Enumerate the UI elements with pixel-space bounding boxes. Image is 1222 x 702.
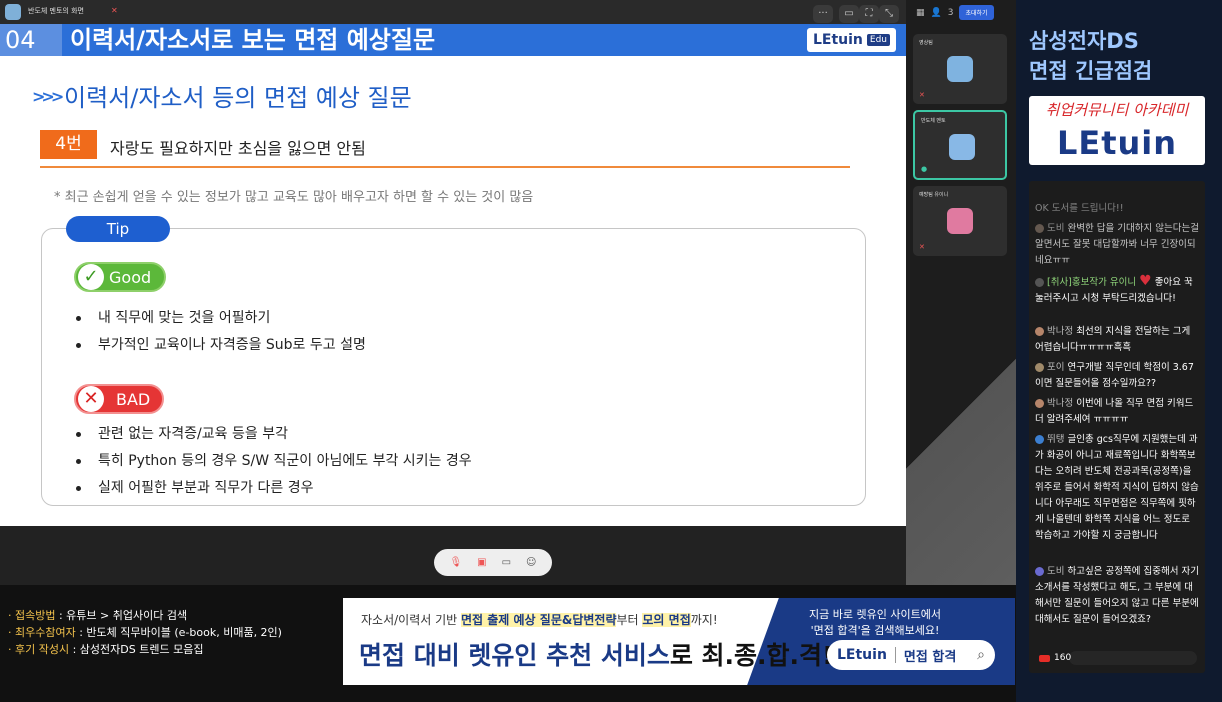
screen: 반도체 멘토의 화면 ✕ ··· ▭ ⛶ ⤡ 04 이력서/자소서로 보는 면접… — [0, 0, 1222, 702]
invite-button[interactable]: 초대하기 — [959, 5, 994, 20]
divider — [40, 166, 850, 168]
participant-name: 영상팀 — [919, 40, 933, 46]
slide-header: 04 이력서/자소서로 보는 면접 예상질문 LEtuin Edu — [0, 24, 906, 56]
banner-search-box[interactable]: LEtuin 면접 합격 ⌕ — [827, 640, 995, 670]
slide-header-title: 이력서/자소서로 보는 면접 예상질문 — [70, 26, 436, 54]
pip-icon[interactable]: ▭ — [839, 5, 859, 23]
chat-message: [취사]홍보작가 유이니 ♥ 좋아요 꾹 눌러주시고 시청 부탁드리겠습니다! — [1035, 273, 1193, 304]
good-label: Good — [109, 267, 152, 287]
info-row: · 최우수참여자 : 반도체 직무바이블 (e-book, 비매품, 2인) — [8, 626, 282, 639]
chat-message: 뛰탱 글인총 gcs직무에 지원했는데 과가 화공이 아니고 재료쪽입니다 화학… — [1035, 434, 1199, 541]
banner-subtitle: 자소서/이력서 기반 면접 출제 예상 질문&답변전략부터 모의 면접까지! — [361, 613, 718, 627]
bad-item: 관련 없는 자격증/교육 등을 부각 — [76, 423, 288, 443]
participant-toolbar: ▦ 👤 3 초대하기 — [916, 5, 994, 20]
search-logo: LEtuin — [837, 647, 887, 663]
bad-badge: ✕ BAD — [74, 384, 164, 414]
participant-tile[interactable]: 예방팀 유이니 ✕ — [913, 186, 1007, 256]
camera-toggle-icon[interactable]: ▣ — [477, 557, 486, 568]
participant-count: 3 — [947, 7, 954, 18]
like-bar — [1069, 651, 1197, 665]
background-decoration — [906, 260, 1016, 585]
info-row: · 접속방법 : 유튜브 > 취업사이다 검색 — [8, 609, 188, 622]
participant-tile[interactable]: 영상팀 ✕ — [913, 34, 1007, 104]
info-row: · 후기 작성시 : 삼성전자DS 트렌드 모음집 — [8, 643, 204, 656]
section-title: 이력서/자소서 등의 면접 예상 질문 — [64, 84, 412, 112]
chat-message: 박나정 최선의 지식을 전달하는 그게 어렵습니다ㅠㅠㅠㅠ흑흑 — [1035, 326, 1191, 353]
emoji-icon[interactable]: ☺ — [526, 557, 536, 568]
chat-message: 도비 하고싶은 공정쪽에 집중해서 자기소개서를 작성했다고 해도, 그 부분에… — [1035, 566, 1199, 625]
chat-message: 박나정 이번에 나올 직무 면접 키워드 더 알려주세여 ㅠㅠㅠㅠ — [1035, 398, 1194, 425]
bad-label: BAD — [116, 389, 151, 409]
logo-tagline: 취업커뮤니티 아카데미 — [1045, 101, 1189, 119]
fullscreen-icon[interactable]: ⛶ — [859, 5, 879, 23]
chat-message: 포이 연구개발 직무인데 학점이 3.67이면 질문들어올 점수일까요?? — [1035, 362, 1194, 389]
speaking-icon: ● — [921, 165, 928, 173]
host-screen-label: 반도체 멘토의 화면 — [28, 7, 84, 15]
letuin-logo: 취업커뮤니티 아카데미 LEtuin — [1029, 96, 1205, 165]
promo-banner[interactable]: 자소서/이력서 기반 면접 출제 예상 질문&답변전략부터 모의 면접까지! 면… — [343, 598, 1015, 685]
item-headline: 자랑도 필요하지만 초심을 잃으면 안됨 — [110, 139, 366, 158]
tip-label: Tip — [66, 216, 170, 242]
good-badge: ✓ Good — [74, 262, 166, 292]
note-text: * 최근 손쉽게 얻을 수 있는 정보가 많고 교육도 많아 배우고자 하면 할… — [54, 190, 534, 205]
item-number-badge: 4번 — [40, 130, 97, 159]
participant-avatar — [947, 208, 973, 234]
chat-message: OK 도서를 드립니다!! — [1035, 203, 1124, 214]
mic-off-icon: ✕ — [919, 91, 925, 99]
mic-toggle-icon[interactable]: 🎙︎ — [449, 557, 462, 568]
letuin-edu-logo: LEtuin Edu — [806, 28, 896, 52]
banner-cta-text: 지금 바로 렛유인 사이트에서 '면접 합격'을 검색해보세요! — [809, 608, 941, 637]
x-icon: ✕ — [78, 386, 104, 412]
screen-share-icon[interactable]: ▭ — [502, 557, 511, 568]
like-count[interactable]: 160 — [1039, 653, 1071, 663]
youtube-icon — [1039, 654, 1050, 662]
layout-icon[interactable]: ▦ — [916, 8, 925, 18]
live-chat: OK 도서를 드립니다!! 도비 완벽한 답을 기대하지 않는다는걸 알면서도 … — [1029, 181, 1205, 673]
collapse-icon[interactable]: ⤡ — [879, 5, 899, 23]
good-item: 부가적인 교육이나 자격증을 Sub로 두고 설명 — [76, 334, 366, 354]
participant-avatar — [949, 134, 975, 160]
panel-title: 삼성전자DS 면접 긴급점검 — [1029, 29, 1153, 83]
bad-item: 실제 어필한 부분과 직무가 다른 경우 — [76, 477, 313, 497]
participant-avatar — [947, 56, 973, 82]
triple-chevron-icon: >>> — [32, 87, 64, 106]
logo-main: LEtuin — [1056, 124, 1178, 162]
participants-icon[interactable]: 👤 — [931, 8, 942, 18]
more-options-icon[interactable]: ··· — [813, 5, 833, 23]
participant-name: 반도체 멘토 — [921, 118, 946, 124]
logo-text: LEtuin — [812, 32, 863, 48]
participant-name: 예방팀 유이니 — [919, 192, 949, 198]
good-item: 내 직무에 맞는 것을 어필하기 — [76, 307, 270, 327]
participant-tile-active[interactable]: 반도체 멘토 ● — [913, 110, 1007, 180]
host-avatar — [5, 4, 21, 20]
chat-message: 도비 완벽한 답을 기대하지 않는다는걸 알면서도 잘못 대답할까봐 너무 긴장… — [1035, 223, 1199, 266]
check-icon: ✓ — [78, 264, 104, 290]
slide-number: 04 — [0, 24, 62, 56]
meeting-top-bar: 반도체 멘토의 화면 ✕ ··· ▭ ⛶ ⤡ — [0, 0, 906, 24]
bad-item: 특히 Python 등의 경우 S/W 직군이 아님에도 부각 시키는 경우 — [76, 450, 472, 470]
logo-badge: Edu — [866, 34, 890, 46]
search-icon: ⌕ — [977, 647, 985, 663]
mic-off-icon: ✕ — [111, 6, 118, 15]
mic-off-icon: ✕ — [919, 243, 925, 251]
media-controls: 🎙︎ ▣ ▭ ☺ — [434, 549, 552, 576]
shared-slide: 04 이력서/자소서로 보는 면접 예상질문 LEtuin Edu >>> 이력… — [0, 24, 906, 526]
search-query: 면접 합격 — [903, 649, 957, 665]
